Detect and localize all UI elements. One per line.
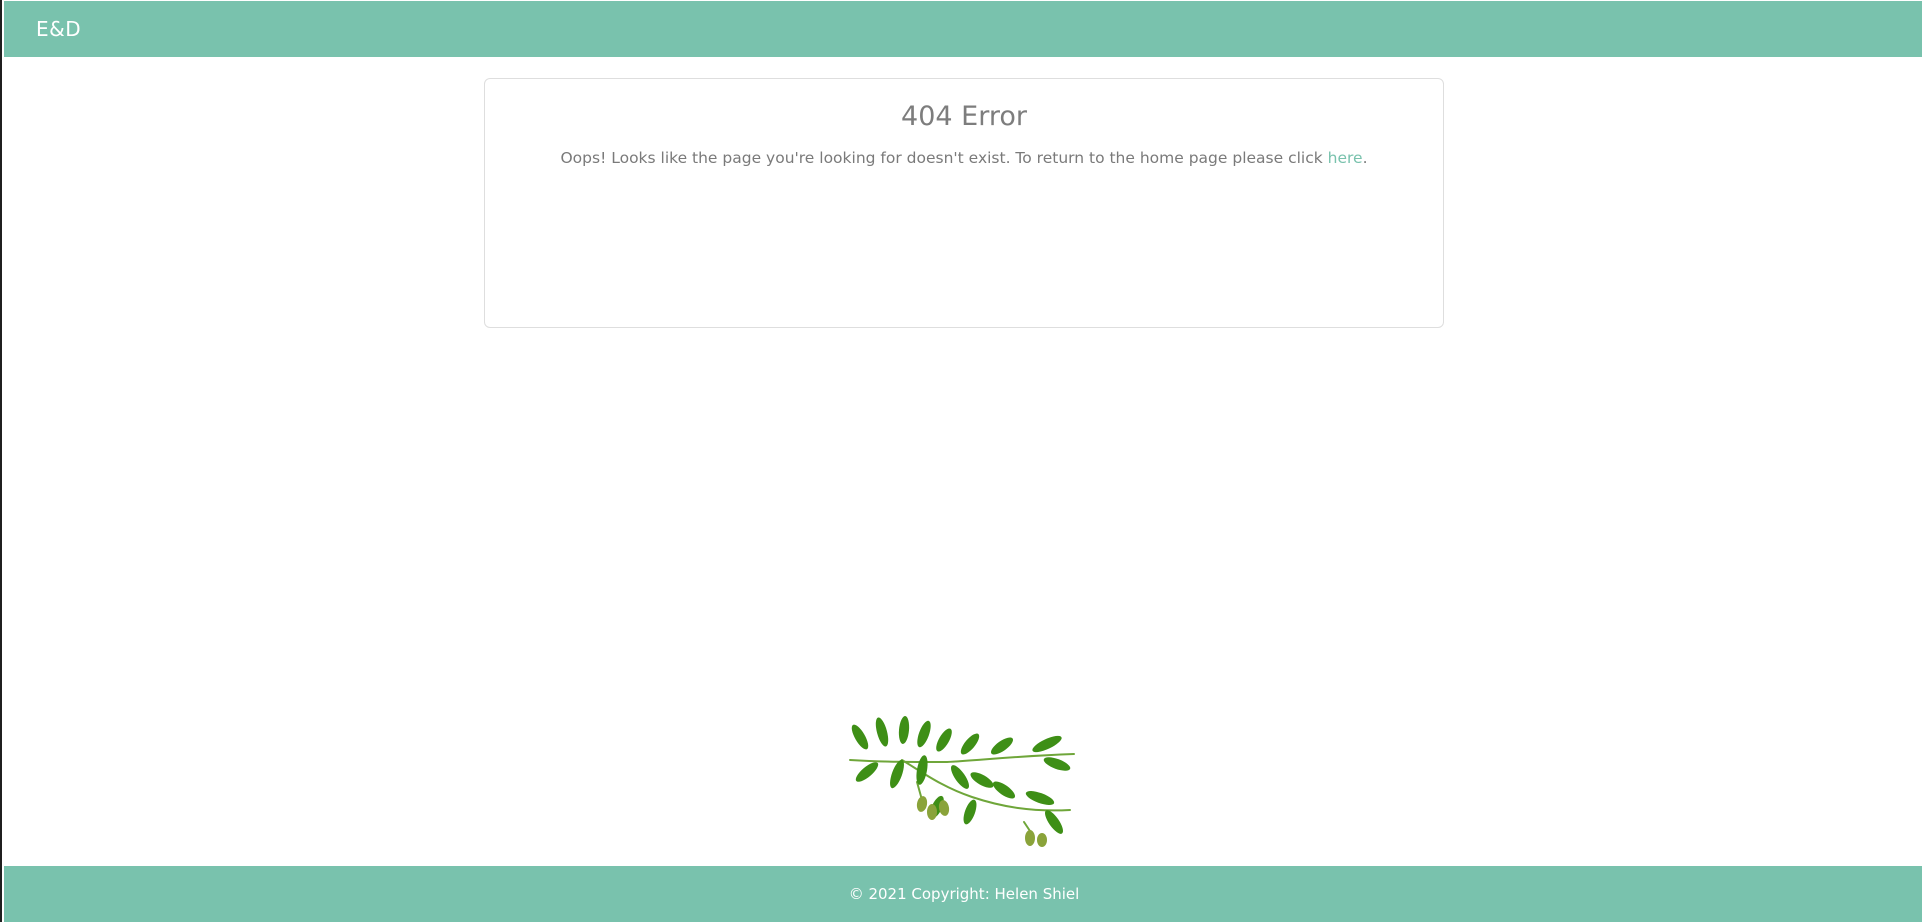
error-message: Oops! Looks like the page you're looking… <box>485 147 1443 169</box>
branch-leaves <box>851 716 1071 834</box>
error-message-period: . <box>1362 149 1368 167</box>
error-title: 404 Error <box>901 101 1027 132</box>
page: E&D 404 Error Oops! Looks like the page … <box>0 0 1922 922</box>
copyright-text: © 2021 Copyright: Helen Shiel <box>848 885 1080 903</box>
error-card: 404 Error Oops! Looks like the page you'… <box>484 78 1444 328</box>
olive-branch-icon <box>849 716 1075 847</box>
home-link[interactable]: here <box>1328 149 1363 167</box>
brand-logo-link[interactable]: E&D <box>36 17 81 41</box>
footer: © 2021 Copyright: Helen Shiel <box>4 866 1922 922</box>
navbar: E&D <box>4 1 1922 57</box>
error-message-text: Oops! Looks like the page you're looking… <box>560 149 1328 167</box>
